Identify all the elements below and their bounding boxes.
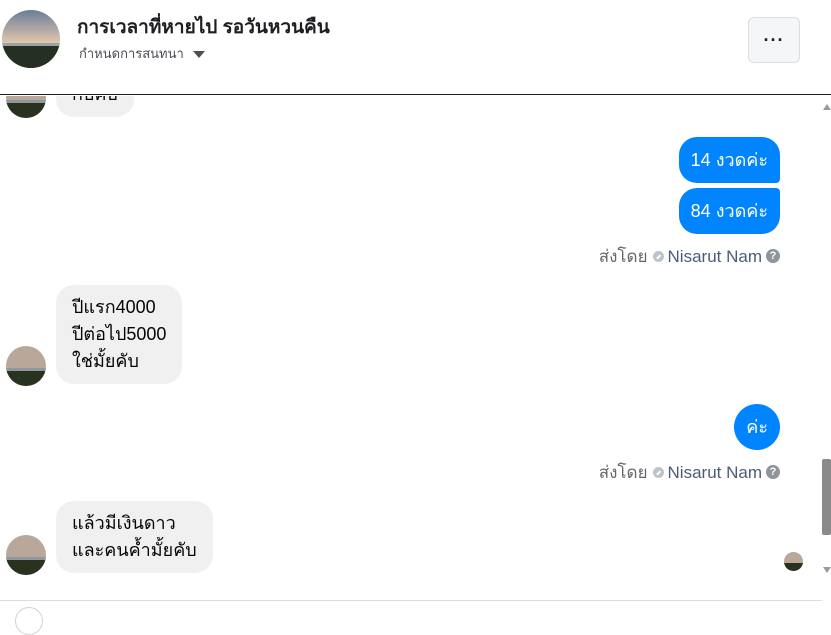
message-line: ปีแรก4000 — [72, 297, 156, 317]
outgoing-message[interactable]: 14 งวดค่ะ — [678, 137, 780, 183]
conversation-header: การเวลาที่หายไป รอวันหวนคืน กำหนดการสนทน… — [0, 0, 831, 95]
sender-name-link[interactable]: Nisarut Nam — [668, 463, 762, 482]
scrollbar-thumb[interactable] — [822, 459, 831, 535]
scrollbar[interactable] — [822, 96, 831, 582]
message-text: ค่ะ — [746, 417, 768, 437]
incoming-message[interactable]: แล้วมีเงินดาว และคนค้ำมั้ยคับ — [56, 501, 213, 573]
message-line: แล้วมีเงินดาว — [72, 513, 176, 533]
check-circle-icon — [652, 250, 664, 262]
message-composer[interactable] — [0, 600, 822, 635]
outgoing-message[interactable]: 84 งวดค่ะ — [678, 188, 780, 234]
conversation-title: การเวลาที่หายไป รอวันหวนคืน — [77, 17, 330, 38]
help-icon[interactable]: ? — [766, 465, 780, 480]
message-text: 14 งวดค่ะ — [690, 150, 768, 170]
sender-avatar[interactable] — [6, 96, 46, 118]
message-line: ปีต่อไป5000 — [72, 324, 167, 344]
outgoing-message[interactable]: ค่ะ — [734, 404, 780, 450]
sender-avatar[interactable] — [6, 346, 46, 386]
sent-by-label: ส่งโดย — [598, 247, 648, 266]
sender-avatar[interactable] — [6, 535, 46, 575]
scroll-down-icon[interactable] — [823, 567, 831, 573]
more-options-button[interactable]: ··· — [748, 17, 800, 63]
seen-receipt-avatar — [784, 552, 803, 571]
caret-down-icon — [192, 51, 205, 59]
scroll-up-icon[interactable] — [823, 104, 831, 110]
sender-name-link[interactable]: Nisarut Nam — [668, 247, 762, 266]
incoming-message[interactable]: กับคับ — [56, 96, 134, 117]
sent-by-info: ส่งโดย Nisarut Nam? — [599, 243, 780, 270]
message-line: กับคับ — [72, 96, 118, 108]
help-icon[interactable]: ? — [766, 249, 780, 264]
message-line: และคนค้ำมั้ยคับ — [72, 540, 197, 560]
message-text: 84 งวดค่ะ — [690, 201, 768, 221]
incoming-message[interactable]: ปีแรก4000 ปีต่อไป5000 ใช่มั้ยคับ — [56, 285, 183, 384]
check-circle-icon — [652, 466, 664, 478]
message-line: ใช่มั้ยคับ — [72, 351, 139, 371]
sent-by-info: ส่งโดย Nisarut Nam? — [599, 459, 780, 486]
composer-button[interactable] — [15, 607, 43, 635]
conversation-avatar[interactable] — [2, 10, 60, 68]
message-thread[interactable]: กับคับ 14 งวดค่ะ 84 งวดค่ะ ส่งโดย Nisarut… — [0, 96, 822, 600]
conversation-settings-label: กำหนดการสนทนา — [79, 46, 184, 61]
conversation-settings-dropdown[interactable]: กำหนดการสนทนา — [79, 43, 205, 64]
sent-by-label: ส่งโดย — [598, 463, 648, 482]
more-icon: ··· — [763, 29, 785, 50]
